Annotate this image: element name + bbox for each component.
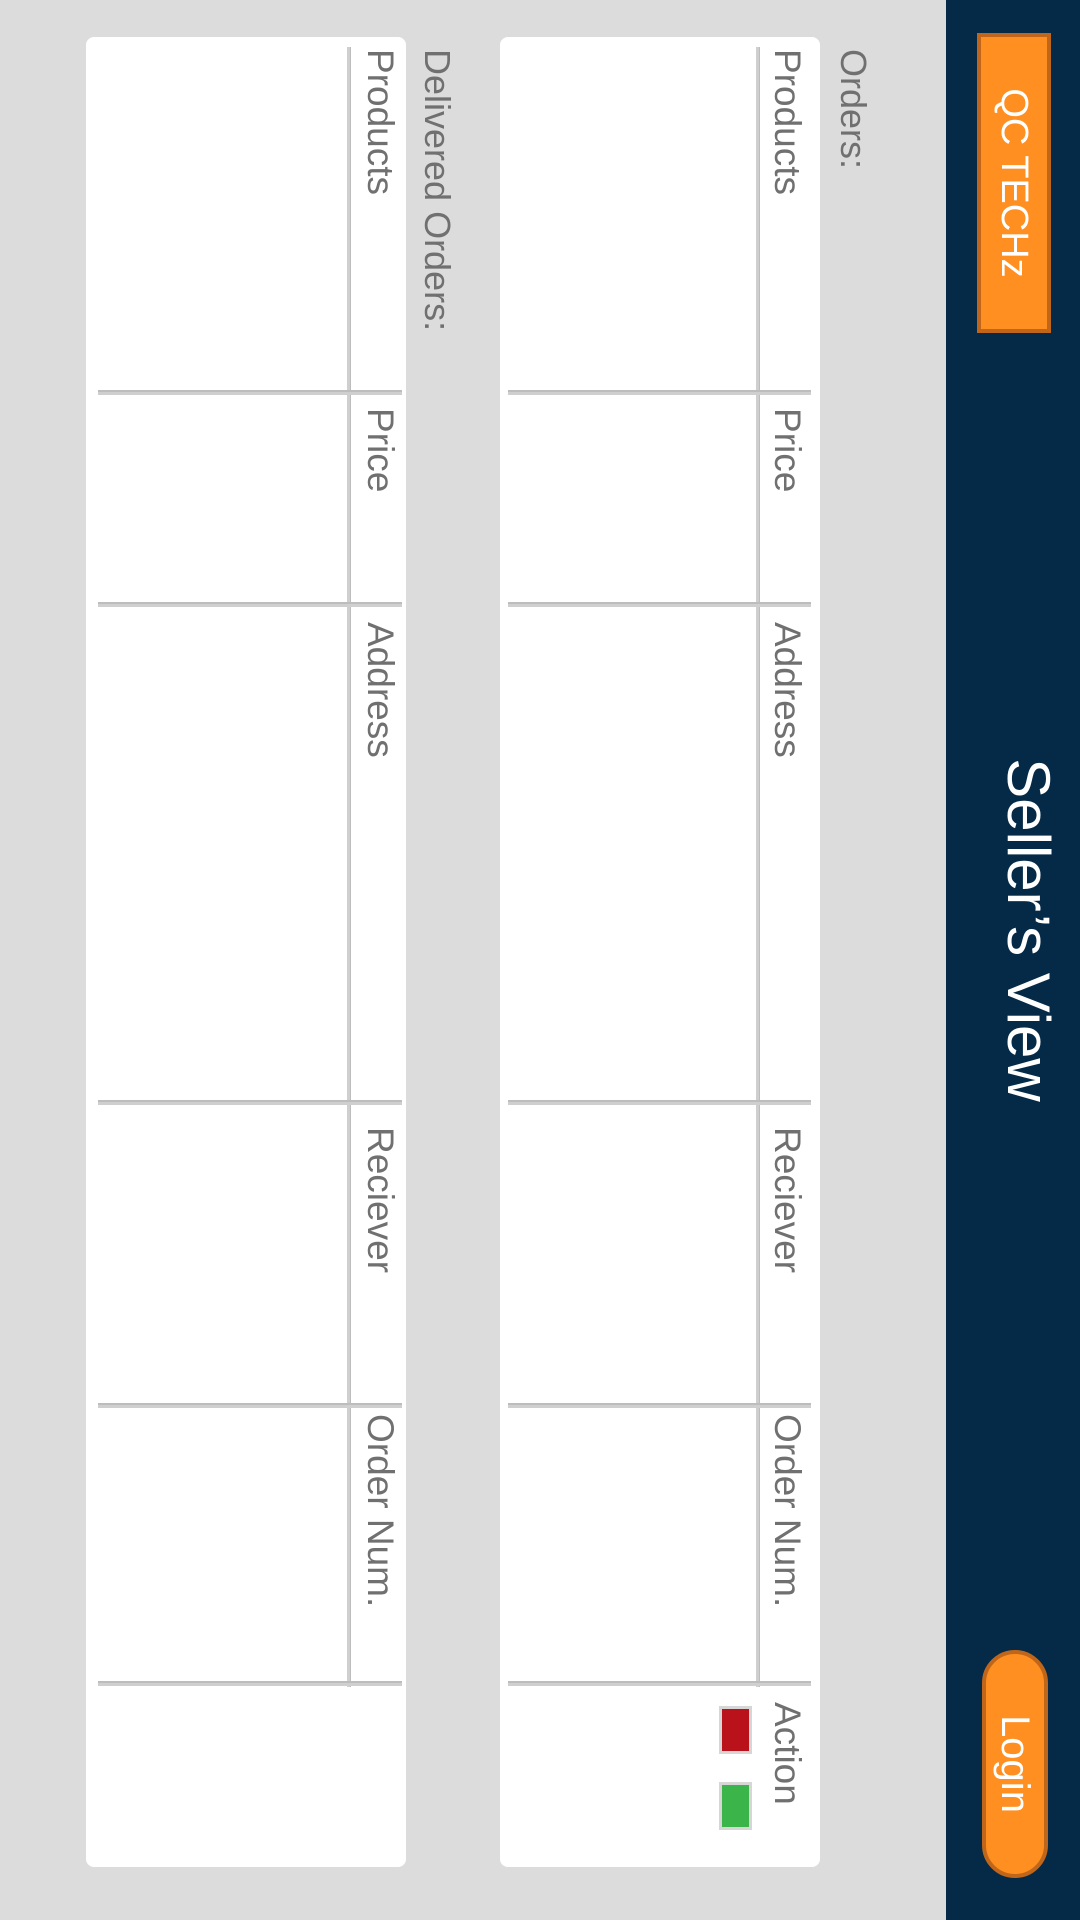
column-divider bbox=[98, 1100, 402, 1105]
col-header-action: Action bbox=[767, 1702, 808, 1805]
column-divider bbox=[98, 390, 402, 395]
orders-table: Products Price Address Reciever Order Nu… bbox=[500, 37, 820, 1867]
col-header-products: Products bbox=[360, 49, 401, 196]
col-header-address: Address bbox=[767, 622, 808, 758]
col-header-price: Price bbox=[767, 408, 808, 493]
delivered-orders-label: Delivered Orders: bbox=[417, 49, 458, 332]
col-header-reciever: Reciever bbox=[360, 1127, 401, 1273]
delivered-orders-table: Products Price Address Reciever Order Nu… bbox=[86, 37, 406, 1867]
seller-view-page: QC TECHz Seller’s View Login Orders: Pro… bbox=[0, 0, 1080, 1920]
column-divider bbox=[98, 1403, 402, 1408]
column-divider bbox=[508, 1100, 811, 1105]
col-header-products: Products bbox=[767, 49, 808, 196]
col-header-reciever: Reciever bbox=[767, 1127, 808, 1273]
column-divider bbox=[508, 1403, 811, 1408]
col-header-address: Address bbox=[360, 622, 401, 758]
column-divider bbox=[508, 1681, 811, 1686]
column-divider bbox=[508, 390, 811, 395]
login-button[interactable]: Login bbox=[982, 1650, 1048, 1878]
header-divider bbox=[347, 47, 351, 1687]
column-divider bbox=[98, 1681, 402, 1686]
column-divider bbox=[98, 602, 402, 607]
page-title: Seller’s View bbox=[995, 758, 1062, 1102]
reject-order-button[interactable] bbox=[719, 1706, 752, 1754]
col-header-order-num: Order Num. bbox=[767, 1414, 808, 1608]
col-header-price: Price bbox=[360, 408, 401, 493]
accept-order-button[interactable] bbox=[719, 1782, 752, 1830]
orders-label: Orders: bbox=[833, 49, 874, 170]
col-header-order-num: Order Num. bbox=[360, 1414, 401, 1608]
column-divider bbox=[508, 602, 811, 607]
header-divider bbox=[756, 47, 760, 1687]
